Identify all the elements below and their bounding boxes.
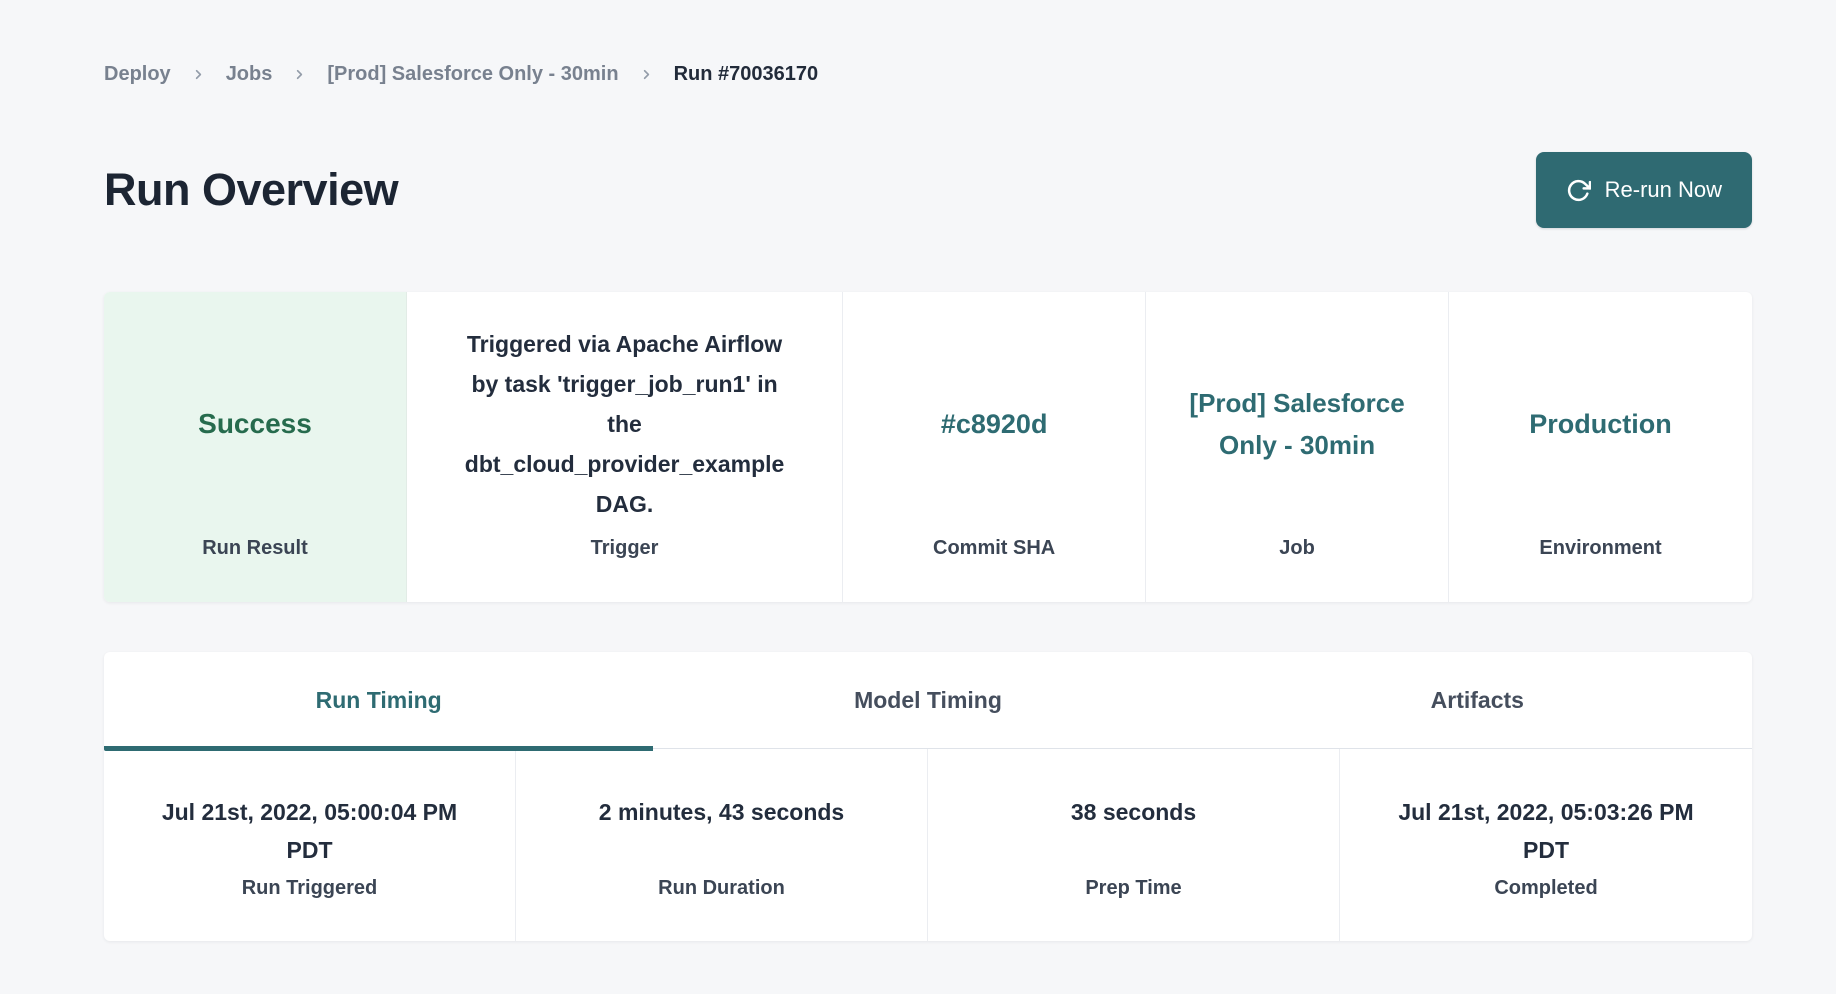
refresh-icon <box>1566 178 1591 203</box>
summary-card-job: [Prod] Salesforce Only - 30min Job <box>1146 292 1449 602</box>
run-detail-panel: Run Timing Model Timing Artifacts Jul 21… <box>104 652 1752 941</box>
commit-sha-link[interactable]: #c8920d <box>941 403 1048 445</box>
chevron-right-icon <box>639 67 654 82</box>
breadcrumb-item-run-number: Run #70036170 <box>674 63 819 86</box>
timing-cell-run-duration: 2 minutes, 43 seconds Run Duration <box>516 749 928 941</box>
environment-label: Environment <box>1539 536 1661 560</box>
run-duration-label: Run Duration <box>532 875 911 901</box>
chevron-right-icon <box>191 67 206 82</box>
environment-link[interactable]: Production <box>1529 403 1672 445</box>
run-result-value: Success <box>198 408 312 440</box>
summary-card-environment: Production Environment <box>1449 292 1752 602</box>
breadcrumb-item-job-name[interactable]: [Prod] Salesforce Only - 30min <box>327 63 618 86</box>
run-duration-value: 2 minutes, 43 seconds <box>552 793 892 869</box>
tab-bar: Run Timing Model Timing Artifacts <box>104 652 1752 749</box>
rerun-now-label: Re-run Now <box>1605 177 1722 203</box>
completed-label: Completed <box>1356 875 1736 901</box>
trigger-label: Trigger <box>591 536 659 560</box>
prep-time-value: 38 seconds <box>964 793 1304 869</box>
timing-cell-prep-time: 38 seconds Prep Time <box>928 749 1340 941</box>
breadcrumb-item-jobs[interactable]: Jobs <box>226 63 273 86</box>
timing-cell-run-triggered: Jul 21st, 2022, 05:00:04 PM PDT Run Trig… <box>104 749 516 941</box>
page-title: Run Overview <box>104 164 398 216</box>
run-timing-panel: Jul 21st, 2022, 05:00:04 PM PDT Run Trig… <box>104 749 1752 941</box>
chevron-right-icon <box>292 67 307 82</box>
prep-time-label: Prep Time <box>944 875 1323 901</box>
run-summary-cards: Success Run Result Triggered via Apache … <box>104 292 1752 602</box>
run-overview-page: Deploy Jobs [Prod] Salesforce Only - 30m… <box>0 0 1836 941</box>
summary-card-run-result: Success Run Result <box>104 292 407 602</box>
tab-model-timing[interactable]: Model Timing <box>653 652 1202 748</box>
run-triggered-value: Jul 21st, 2022, 05:00:04 PM PDT <box>140 793 480 869</box>
run-triggered-label: Run Triggered <box>120 875 499 901</box>
job-link[interactable]: [Prod] Salesforce Only - 30min <box>1189 382 1405 466</box>
breadcrumb-item-deploy[interactable]: Deploy <box>104 63 171 86</box>
job-label: Job <box>1279 536 1315 560</box>
commit-sha-label: Commit SHA <box>933 536 1055 560</box>
timing-cell-completed: Jul 21st, 2022, 05:03:26 PM PDT Complete… <box>1340 749 1752 941</box>
breadcrumb: Deploy Jobs [Prod] Salesforce Only - 30m… <box>104 63 1752 86</box>
completed-value: Jul 21st, 2022, 05:03:26 PM PDT <box>1376 793 1716 869</box>
tab-run-timing[interactable]: Run Timing <box>104 652 653 748</box>
summary-card-trigger: Triggered via Apache Airflow by task 'tr… <box>407 292 843 602</box>
page-header: Run Overview Re-run Now <box>104 152 1752 228</box>
rerun-now-button[interactable]: Re-run Now <box>1536 152 1752 228</box>
run-result-label: Run Result <box>202 536 308 560</box>
tab-artifacts[interactable]: Artifacts <box>1203 652 1752 748</box>
summary-card-commit-sha: #c8920d Commit SHA <box>843 292 1146 602</box>
trigger-value: Triggered via Apache Airflow by task 'tr… <box>464 324 786 524</box>
